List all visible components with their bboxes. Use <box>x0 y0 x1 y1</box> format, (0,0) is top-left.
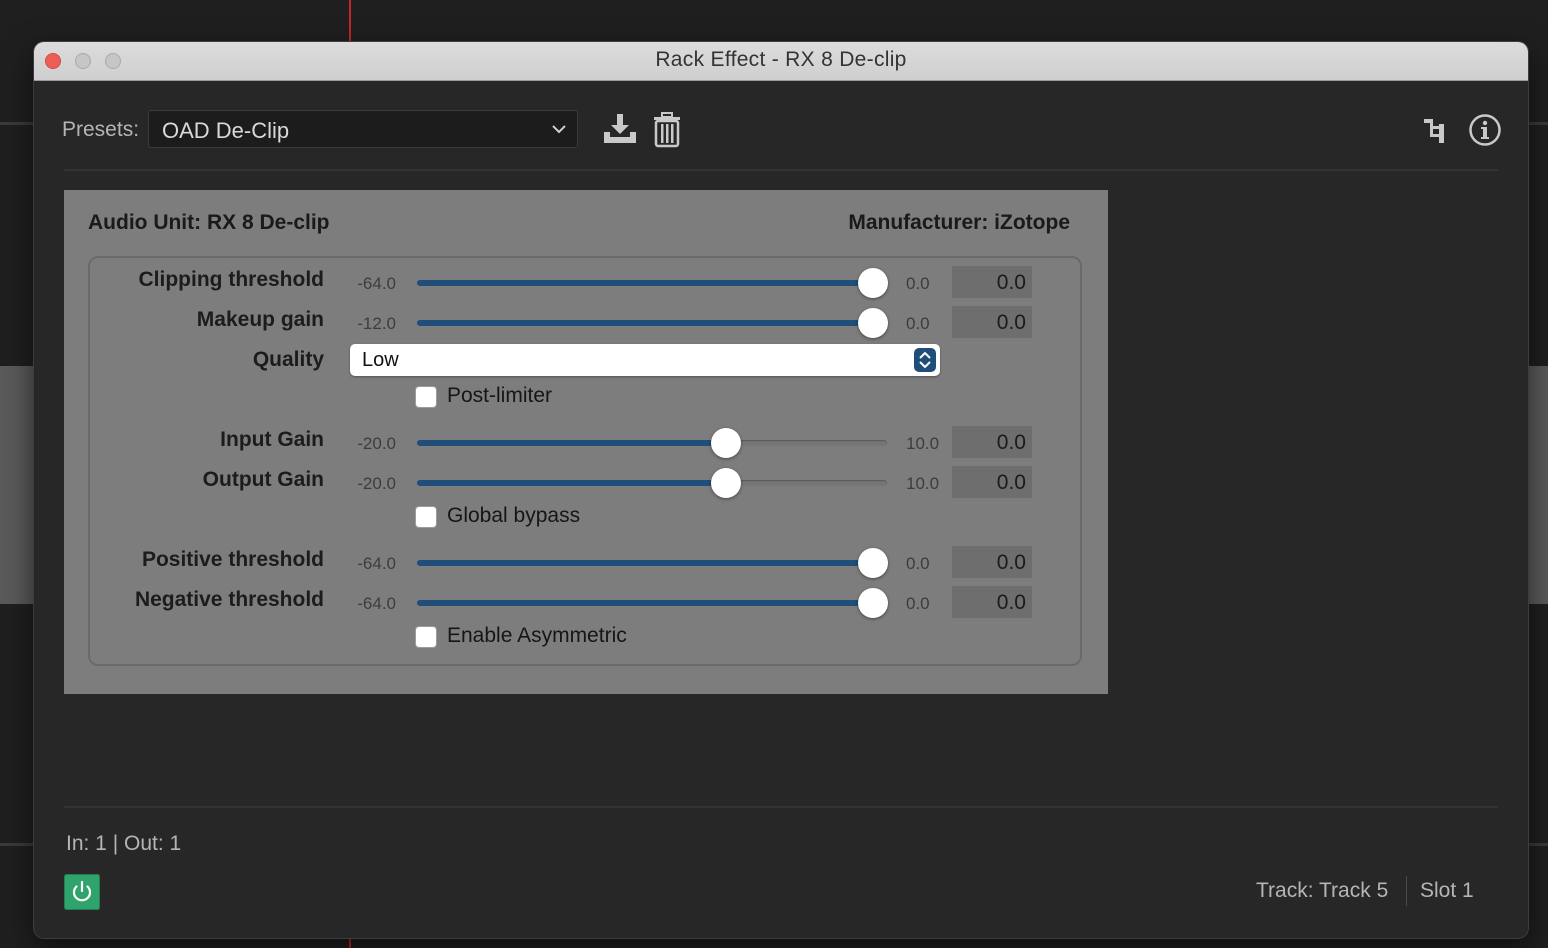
background-divider <box>0 122 34 125</box>
slider-fill <box>417 320 873 326</box>
slider-min-label: -64.0 <box>357 274 396 293</box>
output-gain-slider[interactable] <box>417 468 887 498</box>
save-preset-icon[interactable] <box>602 112 638 146</box>
delete-preset-icon[interactable] <box>652 112 682 148</box>
positive-threshold-value-field[interactable]: 0.0 <box>952 546 1032 578</box>
parameter-group: Clipping threshold -64.0 0.0 0.0 Makeup … <box>88 256 1082 666</box>
param-label: Quality <box>252 348 324 371</box>
chevron-down-icon <box>552 125 566 134</box>
power-button[interactable] <box>64 874 100 910</box>
io-channels-text: In: 1 | Out: 1 <box>66 832 182 855</box>
param-label: Input Gain <box>220 428 324 451</box>
slider-fill <box>417 440 726 446</box>
stepper-icon <box>914 348 936 372</box>
slider-max-label: 0.0 <box>906 314 930 333</box>
power-icon <box>72 880 92 902</box>
param-row-quality: Quality Low <box>90 340 1080 380</box>
slider-fill <box>417 600 873 606</box>
slider-thumb[interactable] <box>858 588 888 618</box>
global-bypass-checkbox[interactable] <box>415 506 437 528</box>
slider-thumb[interactable] <box>858 548 888 578</box>
window-title: Rack Effect - RX 8 De-clip <box>655 48 907 71</box>
param-label: Output Gain <box>202 468 324 491</box>
param-row-input-gain: Input Gain -20.0 10.0 0.0 <box>90 420 1080 460</box>
value-text: 0.0 <box>996 431 1026 454</box>
param-label: Negative threshold <box>134 588 324 611</box>
slider-max-label: 10.0 <box>906 434 940 453</box>
slider-min-label: -20.0 <box>357 474 396 493</box>
quality-value: Low <box>362 349 399 371</box>
param-row-global-bypass: Global bypass <box>90 498 1080 538</box>
slot-name: Slot 1 <box>1420 879 1474 902</box>
param-row-clipping-threshold: Clipping threshold -64.0 0.0 0.0 <box>90 260 1080 300</box>
output-gain-value-field[interactable]: 0.0 <box>952 466 1032 498</box>
makeup-gain-slider[interactable] <box>417 308 888 338</box>
slider-thumb[interactable] <box>858 268 888 298</box>
param-row-post-limiter: Post-limiter <box>90 378 1080 418</box>
background-divider <box>1528 122 1548 125</box>
title-bar[interactable]: Rack Effect - RX 8 De-clip <box>34 42 1528 81</box>
value-text: 0.0 <box>996 591 1026 614</box>
slider-fill <box>417 280 873 286</box>
presets-value: OAD De-Clip <box>162 118 290 143</box>
slider-max-label: 0.0 <box>906 274 930 293</box>
param-row-negative-threshold: Negative threshold -64.0 0.0 0.0 <box>90 580 1080 620</box>
footer-separator <box>1406 876 1407 906</box>
checkbox-label[interactable]: Enable Asymmetric <box>447 624 627 648</box>
enable-asymmetric-checkbox[interactable] <box>415 626 437 648</box>
positive-threshold-slider[interactable] <box>417 548 888 578</box>
background-clip <box>1528 366 1548 604</box>
param-row-positive-threshold: Positive threshold -64.0 0.0 0.0 <box>90 540 1080 580</box>
plugin-panel: Audio Unit: RX 8 De-clip Manufacturer: i… <box>64 190 1108 694</box>
slider-max-label: 0.0 <box>906 554 930 573</box>
rack-effect-window: Rack Effect - RX 8 De-clip Presets: OAD … <box>34 42 1528 938</box>
slider-min-label: -20.0 <box>357 434 396 453</box>
checkbox-label[interactable]: Global bypass <box>447 504 580 528</box>
param-row-output-gain: Output Gain -20.0 10.0 0.0 <box>90 460 1080 500</box>
track-name: Track: Track 5 <box>1256 879 1389 902</box>
slider-thumb[interactable] <box>711 428 741 458</box>
info-icon[interactable] <box>1468 113 1502 147</box>
audio-unit-name: Audio Unit: RX 8 De-clip <box>88 211 330 234</box>
slider-thumb[interactable] <box>711 468 741 498</box>
value-text: 0.0 <box>996 311 1026 334</box>
slider-min-label: -12.0 <box>357 314 396 333</box>
value-text: 0.0 <box>996 471 1026 494</box>
slider-thumb[interactable] <box>858 308 888 338</box>
value-text: 0.0 <box>996 271 1026 294</box>
checkbox-label[interactable]: Post-limiter <box>447 384 552 408</box>
slider-max-label: 0.0 <box>906 594 930 613</box>
background-divider <box>1528 843 1548 846</box>
param-label: Clipping threshold <box>138 268 324 291</box>
manufacturer-name: Manufacturer: iZotope <box>848 211 1070 234</box>
background-clip <box>0 366 34 604</box>
clipping-threshold-slider[interactable] <box>417 268 888 298</box>
clipping-threshold-value-field[interactable]: 0.0 <box>952 266 1032 298</box>
slider-fill <box>417 480 726 486</box>
presets-label: Presets: <box>62 118 140 141</box>
input-gain-value-field[interactable]: 0.0 <box>952 426 1032 458</box>
post-limiter-checkbox[interactable] <box>415 386 437 408</box>
param-row-makeup-gain: Makeup gain -12.0 0.0 0.0 <box>90 300 1080 340</box>
value-text: 0.0 <box>996 551 1026 574</box>
slider-min-label: -64.0 <box>357 554 396 573</box>
footer-divider <box>64 806 1498 808</box>
presets-dropdown[interactable]: OAD De-Clip <box>148 110 578 148</box>
param-label: Makeup gain <box>196 308 324 331</box>
negative-threshold-slider[interactable] <box>417 588 888 618</box>
routing-icon[interactable] <box>1422 117 1450 145</box>
input-gain-slider[interactable] <box>417 428 887 458</box>
slider-min-label: -64.0 <box>357 594 396 613</box>
header-divider <box>64 169 1498 171</box>
slider-fill <box>417 560 873 566</box>
param-row-enable-asymmetric: Enable Asymmetric <box>90 618 1080 658</box>
quality-dropdown[interactable]: Low <box>350 344 940 376</box>
negative-threshold-value-field[interactable]: 0.0 <box>952 586 1032 618</box>
param-label: Positive threshold <box>141 548 324 571</box>
slider-max-label: 10.0 <box>906 474 940 493</box>
makeup-gain-value-field[interactable]: 0.0 <box>952 306 1032 338</box>
background-divider <box>0 843 34 846</box>
